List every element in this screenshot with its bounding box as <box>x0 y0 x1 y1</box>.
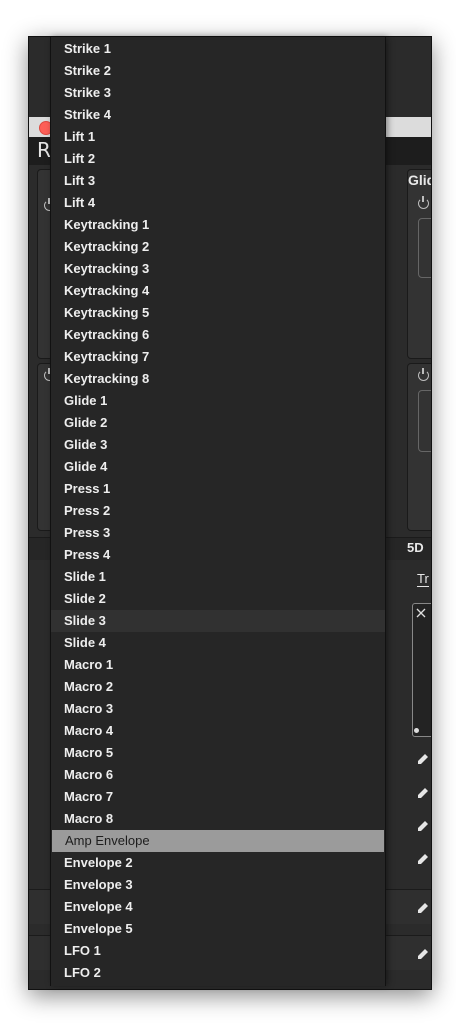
menu-item-macro-1[interactable]: Macro 1 <box>51 654 385 676</box>
menu-item-press-4[interactable]: Press 4 <box>51 544 385 566</box>
menu-item-slide-2[interactable]: Slide 2 <box>51 588 385 610</box>
menu-item-lift-1[interactable]: Lift 1 <box>51 126 385 148</box>
edit-pencil-icon[interactable] <box>417 753 429 765</box>
app-logo: R <box>37 138 51 162</box>
menu-item-press-3[interactable]: Press 3 <box>51 522 385 544</box>
menu-item-strike-1[interactable]: Strike 1 <box>51 38 385 60</box>
tab-transform[interactable]: Tr <box>417 571 429 587</box>
menu-item-macro-6[interactable]: Macro 6 <box>51 764 385 786</box>
power-icon[interactable] <box>418 368 429 381</box>
menu-item-lift-3[interactable]: Lift 3 <box>51 170 385 192</box>
menu-item-macro-7[interactable]: Macro 7 <box>51 786 385 808</box>
menu-item-keytracking-4[interactable]: Keytracking 4 <box>51 280 385 302</box>
glide-panel: Glid <box>407 169 431 359</box>
right-mid-panel <box>407 363 431 531</box>
menu-item-envelope-3[interactable]: Envelope 3 <box>51 874 385 896</box>
menu-item-keytracking-7[interactable]: Keytracking 7 <box>51 346 385 368</box>
menu-item-envelope-5[interactable]: Envelope 5 <box>51 918 385 940</box>
menu-item-keytracking-1[interactable]: Keytracking 1 <box>51 214 385 236</box>
menu-item-glide-1[interactable]: Glide 1 <box>51 390 385 412</box>
menu-item-slide-1[interactable]: Slide 1 <box>51 566 385 588</box>
glide-slider[interactable] <box>418 218 431 278</box>
menu-item-glide-2[interactable]: Glide 2 <box>51 412 385 434</box>
menu-item-lift-4[interactable]: Lift 4 <box>51 192 385 214</box>
screen: R Glid 5D Tr <box>0 0 456 1023</box>
menu-item-press-2[interactable]: Press 2 <box>51 500 385 522</box>
menu-item-keytracking-2[interactable]: Keytracking 2 <box>51 236 385 258</box>
glide-panel-title: Glid <box>408 172 431 188</box>
edit-pencil-icon[interactable] <box>417 948 429 960</box>
menu-item-slide-4[interactable]: Slide 4 <box>51 632 385 654</box>
menu-list: Strike 1 Strike 2 Strike 3 Strike 4 Lift 1 Li… <box>51 38 385 984</box>
menu-item-glide-4[interactable]: Glide 4 <box>51 456 385 478</box>
menu-item-keytracking-5[interactable]: Keytracking 5 <box>51 302 385 324</box>
power-icon[interactable] <box>418 196 429 209</box>
menu-item-keytracking-8[interactable]: Keytracking 8 <box>51 368 385 390</box>
menu-item-press-1[interactable]: Press 1 <box>51 478 385 500</box>
fived-section-title: 5D <box>407 540 424 555</box>
menu-item-macro-5[interactable]: Macro 5 <box>51 742 385 764</box>
edit-pencil-icon[interactable] <box>417 853 429 865</box>
menu-item-macro-2[interactable]: Macro 2 <box>51 676 385 698</box>
menu-item-lfo-2[interactable]: LFO 2 <box>51 962 385 984</box>
menu-item-slide-3[interactable]: Slide 3 <box>51 610 385 632</box>
menu-item-lfo-1[interactable]: LFO 1 <box>51 940 385 962</box>
menu-item-keytracking-6[interactable]: Keytracking 6 <box>51 324 385 346</box>
right-slider[interactable] <box>418 390 431 452</box>
menu-item-keytracking-3[interactable]: Keytracking 3 <box>51 258 385 280</box>
menu-item-macro-8[interactable]: Macro 8 <box>51 808 385 830</box>
edit-pencil-icon[interactable] <box>417 820 429 832</box>
menu-item-macro-4[interactable]: Macro 4 <box>51 720 385 742</box>
curve-handle[interactable] <box>414 728 419 733</box>
edit-pencil-icon[interactable] <box>417 787 429 799</box>
curve-editor[interactable] <box>412 603 431 737</box>
menu-item-amp-envelope[interactable]: Amp Envelope <box>52 830 384 852</box>
close-x-icon[interactable] <box>415 607 427 619</box>
menu-item-envelope-4[interactable]: Envelope 4 <box>51 896 385 918</box>
edit-pencil-icon[interactable] <box>417 902 429 914</box>
menu-item-macro-3[interactable]: Macro 3 <box>51 698 385 720</box>
menu-item-envelope-2[interactable]: Envelope 2 <box>51 852 385 874</box>
mod-source-dropdown-menu: Strike 1 Strike 2 Strike 3 Strike 4 Lift 1 Li… <box>50 37 386 986</box>
menu-item-strike-2[interactable]: Strike 2 <box>51 60 385 82</box>
menu-item-strike-4[interactable]: Strike 4 <box>51 104 385 126</box>
menu-item-lift-2[interactable]: Lift 2 <box>51 148 385 170</box>
menu-item-strike-3[interactable]: Strike 3 <box>51 82 385 104</box>
menu-item-glide-3[interactable]: Glide 3 <box>51 434 385 456</box>
